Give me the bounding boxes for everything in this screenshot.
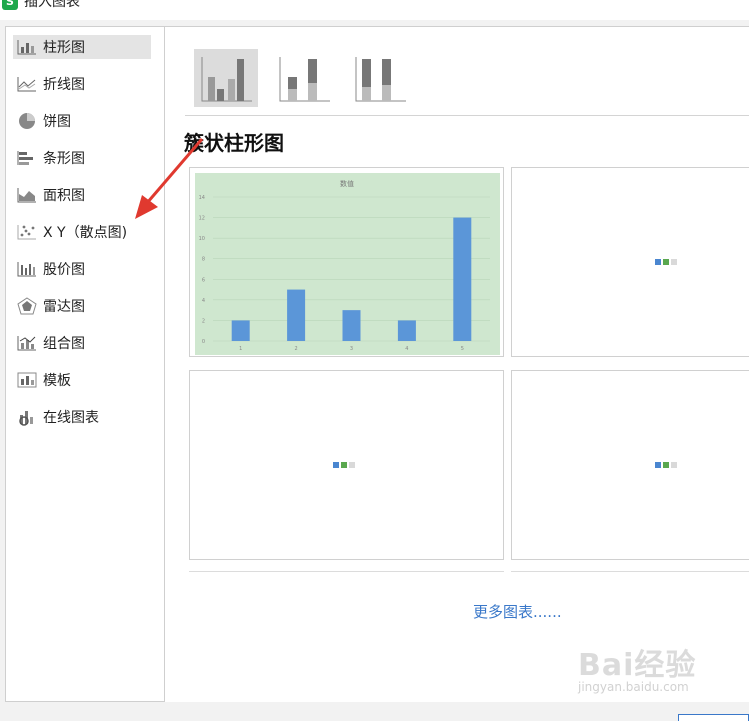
template-icon (16, 371, 38, 389)
bar-chart-icon (16, 149, 38, 167)
subtype-clustered-column[interactable] (194, 49, 258, 107)
y-tick-label: 10 (199, 236, 205, 242)
scatter-chart-icon (16, 223, 38, 241)
chart-preview-card-loading[interactable] (511, 167, 749, 357)
area-chart-icon (16, 186, 38, 204)
loading-dot (341, 462, 347, 468)
y-tick-label: 2 (202, 318, 205, 324)
sidebar-item-label: X Y（散点图) (43, 225, 128, 241)
sidebar-item-column[interactable]: 柱形图 (13, 35, 151, 59)
sidebar-item-online[interactable]: 在线图表 (13, 405, 151, 429)
loading-dot (333, 462, 339, 468)
bar (342, 310, 361, 341)
sidebar-item-pie[interactable]: 饼图 (13, 109, 151, 133)
stock-chart-icon (16, 260, 38, 278)
sidebar-item-combo[interactable]: 组合图 (13, 331, 151, 355)
x-tick-label: 3 (350, 346, 353, 352)
watermark-url: jingyan.baidu.com (578, 680, 689, 694)
window-title: 插入图表 (24, 0, 80, 10)
loading-indicator (655, 259, 677, 265)
baidu-watermark: Bai经验 jingyan.baidu.com (578, 640, 728, 702)
chart-preview-card-loading[interactable] (511, 370, 749, 560)
y-tick-label: 0 (202, 339, 205, 345)
insert-chart-dialog: S 插入图表 柱形图 折线图 饼图 条形图 面积图 X Y（散点图) 股价图 雷… (0, 0, 749, 721)
sidebar-item-label: 模板 (43, 373, 71, 389)
loading-indicator (333, 462, 355, 468)
loading-indicator (655, 462, 677, 468)
y-tick-label: 6 (202, 277, 205, 283)
x-tick-label: 2 (295, 346, 298, 352)
dialog-footer (0, 702, 749, 721)
y-tick-label: 8 (202, 257, 205, 263)
loading-dot (349, 462, 355, 468)
bar (453, 217, 472, 341)
chart-type-sidebar: 柱形图 折线图 饼图 条形图 面积图 X Y（散点图) 股价图 雷达图 组合图 … (5, 26, 165, 702)
y-tick-label: 4 (202, 298, 205, 304)
bar-chart: 数值 024681012141 2 3 4 5 (199, 179, 490, 352)
column-chart-icon (16, 38, 38, 56)
online-chart-icon (16, 408, 38, 426)
sidebar-item-label: 股价图 (43, 262, 85, 278)
loading-dot (671, 259, 677, 265)
bar (287, 289, 306, 341)
sidebar-item-line[interactable]: 折线图 (13, 72, 151, 96)
sidebar-item-label: 折线图 (43, 77, 85, 93)
subtype-stacked-column[interactable] (272, 49, 336, 107)
chart-preview-panel: 簇状柱形图 数值 0 2 4 6 8 10 12 14 1 2 3 4 5 更多… (165, 26, 749, 702)
sidebar-item-stock[interactable]: 股价图 (13, 257, 151, 281)
preview-row-divider (189, 571, 504, 572)
radar-chart-icon (16, 297, 38, 315)
sidebar-item-radar[interactable]: 雷达图 (13, 294, 151, 318)
divider (185, 115, 749, 116)
sidebar-item-template[interactable]: 模板 (13, 368, 151, 392)
line-chart-icon (16, 75, 38, 93)
sidebar-item-label: 组合图 (43, 336, 85, 352)
x-tick-label: 4 (405, 346, 408, 352)
x-tick-label: 5 (461, 346, 464, 352)
app-logo-icon: S (2, 0, 18, 10)
loading-dot (663, 259, 669, 265)
chart-title: 数值 (340, 179, 354, 188)
chart-preview-card-loading[interactable] (189, 370, 504, 560)
x-tick-label: 1 (239, 346, 242, 352)
sidebar-item-label: 条形图 (43, 151, 85, 167)
sidebar-item-label: 在线图表 (43, 410, 99, 426)
pie-chart-icon (16, 112, 38, 130)
loading-dot (671, 462, 677, 468)
annotation-arrow (135, 138, 204, 219)
loading-dot (655, 462, 661, 468)
bar (397, 320, 416, 341)
chart-preview-card[interactable]: 数值 0 2 4 6 8 10 12 14 1 2 3 4 5 (189, 167, 504, 357)
combo-chart-icon (16, 334, 38, 352)
loading-dot (655, 259, 661, 265)
sidebar-item-label: 柱形图 (43, 40, 85, 56)
sidebar-item-label: 面积图 (43, 188, 85, 204)
sidebar-item-label: 饼图 (43, 114, 71, 130)
title-bar: S 插入图表 (0, 0, 749, 20)
bar (231, 320, 250, 341)
subtype-percent-stacked-column[interactable] (348, 49, 412, 107)
chart-background: 数值 0 2 4 6 8 10 12 14 1 2 3 4 5 (195, 173, 500, 355)
footer-button[interactable] (678, 714, 749, 721)
watermark-logo-text: Bai经验 (578, 648, 697, 683)
loading-dot (663, 462, 669, 468)
more-charts-link[interactable]: 更多图表...... (473, 601, 562, 622)
preview-row-divider (511, 571, 749, 572)
sidebar-item-label: 雷达图 (43, 299, 85, 315)
